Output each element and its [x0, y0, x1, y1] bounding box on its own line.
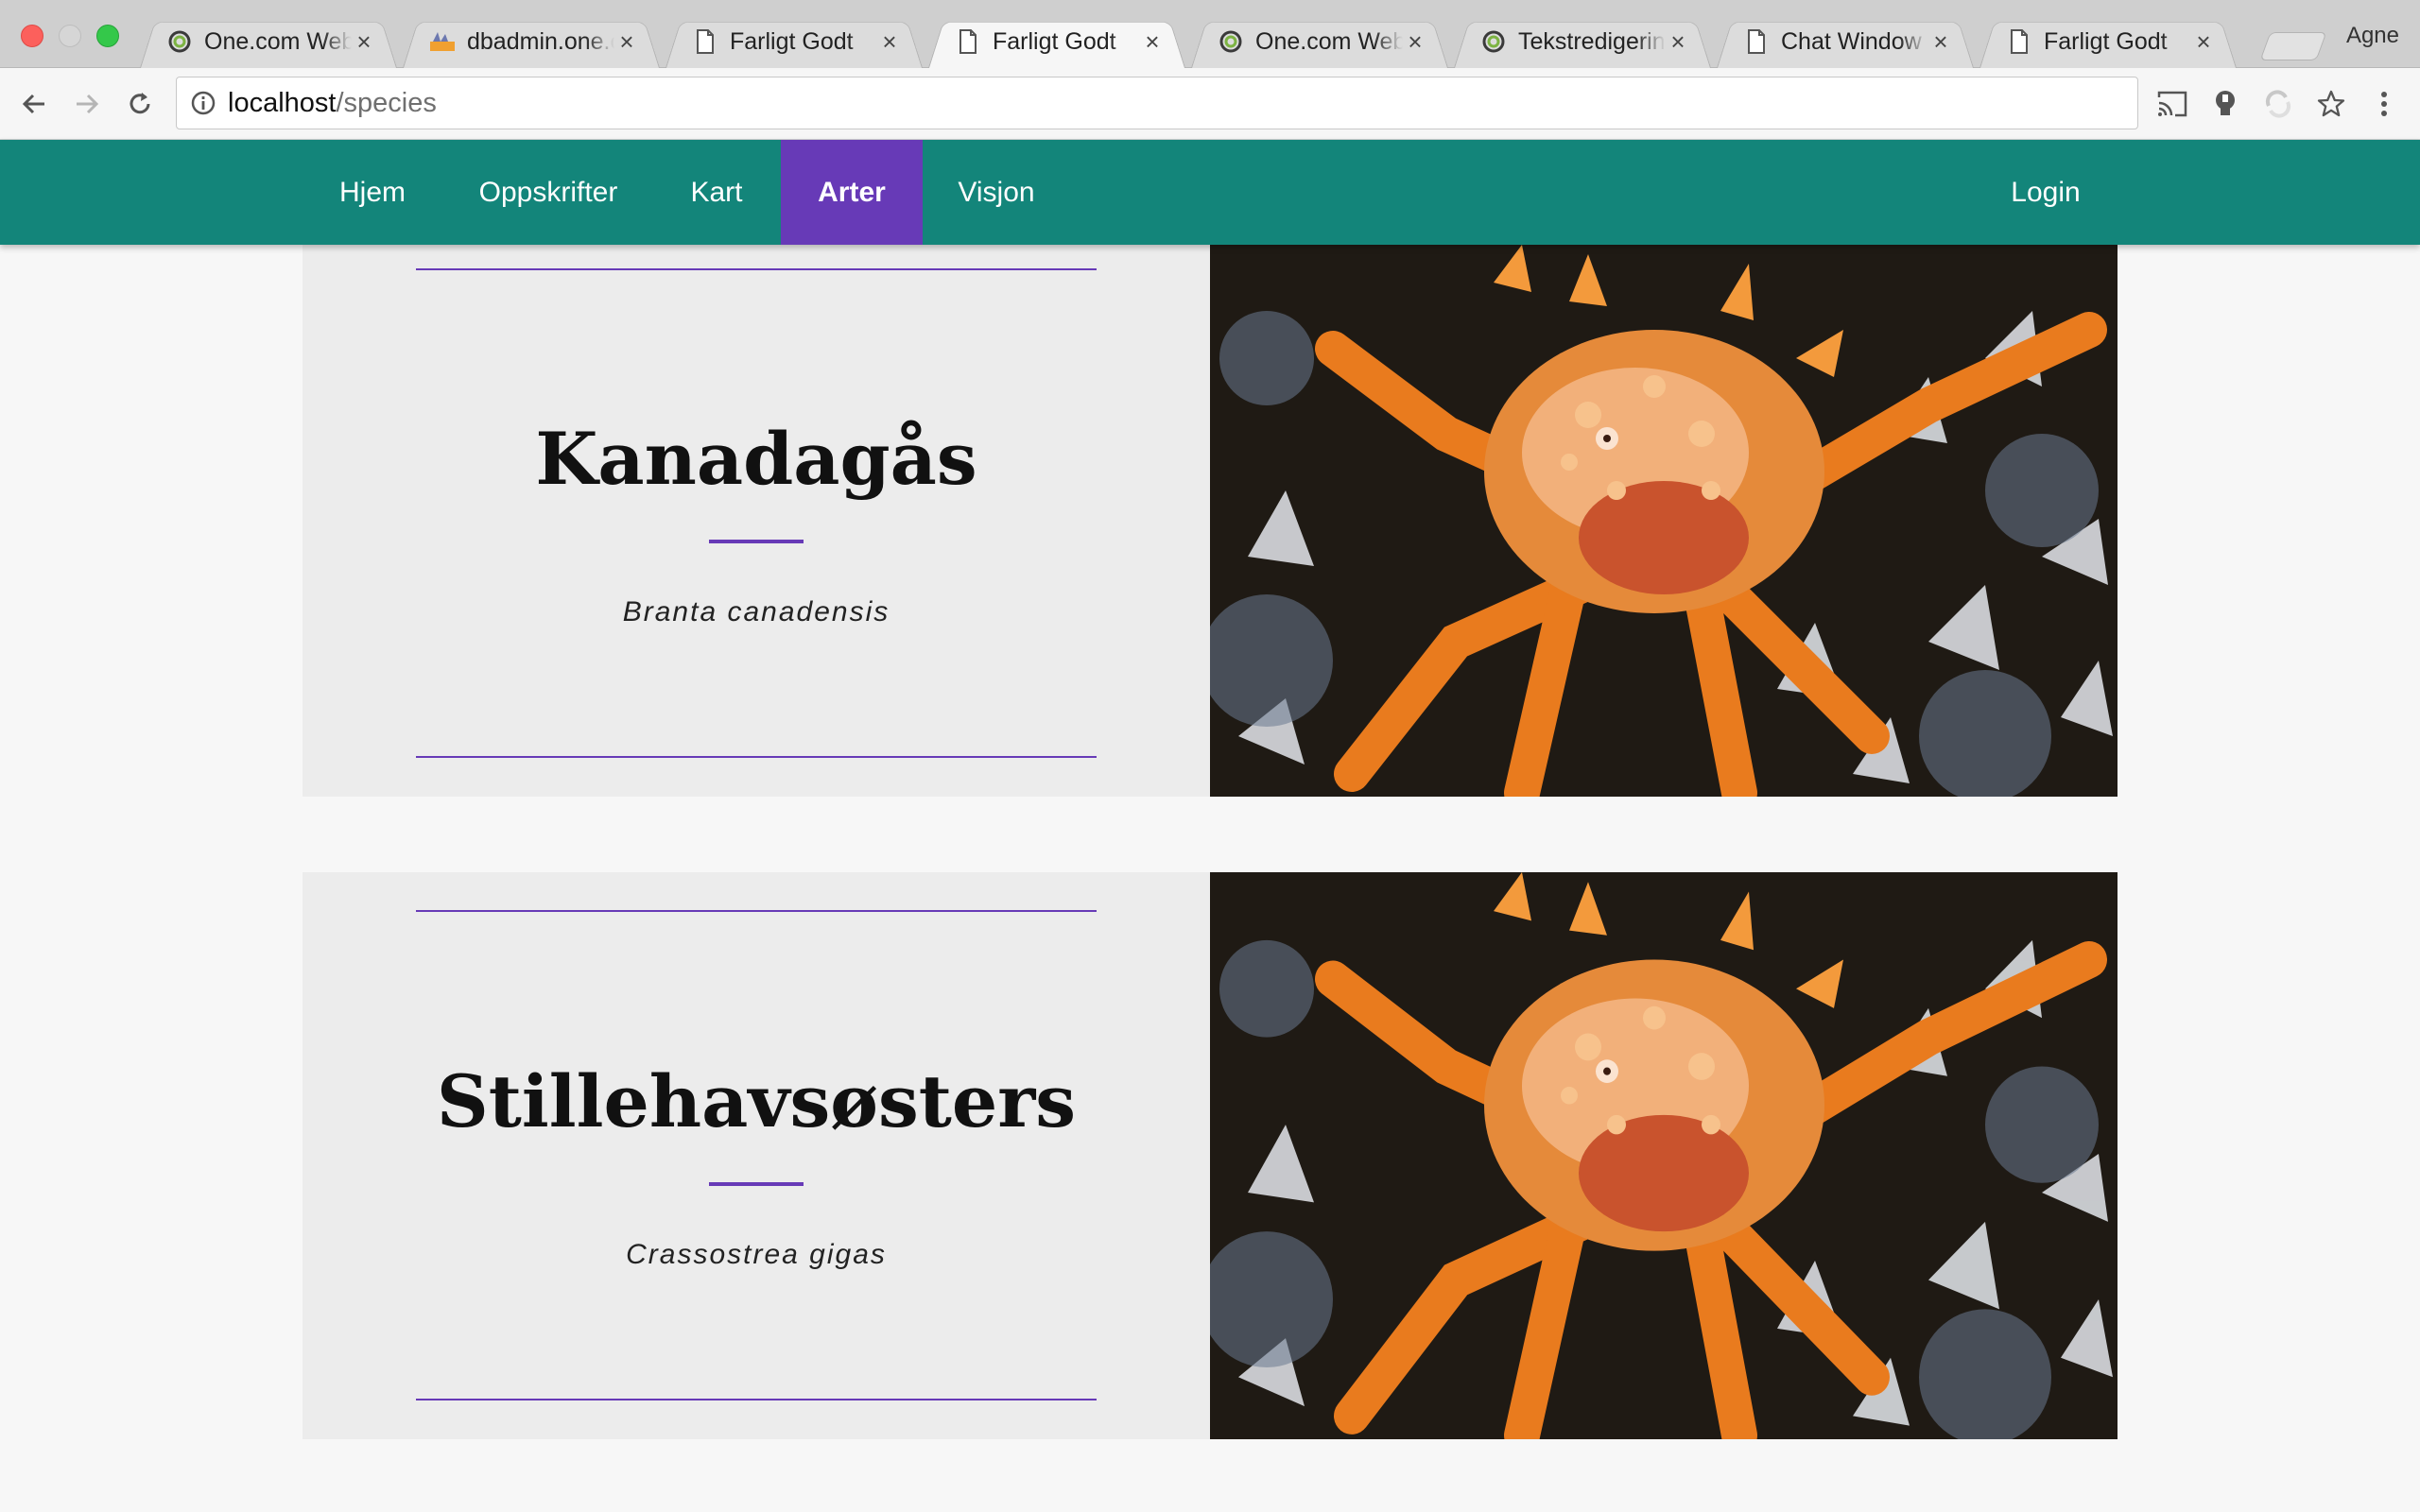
onecom-icon	[1218, 28, 1244, 55]
nav-link-visjon[interactable]: Visjon	[940, 140, 1053, 245]
nav-link-oppskrifter[interactable]: Oppskrifter	[461, 140, 635, 245]
url-host: localhost	[228, 87, 337, 118]
info-icon[interactable]	[190, 90, 216, 116]
species-card-text: Stillehavsøsters Crassostrea gigas	[302, 872, 1210, 1439]
url-path: /species	[336, 87, 437, 118]
menu-kebab-icon[interactable]	[2363, 83, 2405, 125]
lightbulb-icon[interactable]	[2204, 83, 2246, 125]
species-latin-name: Branta canadensis	[622, 596, 890, 627]
nav-link-kart[interactable]: Kart	[669, 140, 764, 245]
divider	[416, 756, 1097, 758]
browser-tab[interactable]: Farligt Godt ×	[666, 15, 923, 68]
login-link[interactable]: Login	[1993, 140, 2099, 245]
tab-title: Tekstredigering	[1518, 27, 1666, 55]
accent-divider	[709, 1182, 804, 1186]
tab-title: One.com Webhosting	[1255, 27, 1403, 55]
browser-tab[interactable]: dbadmin.one.com ×	[403, 15, 660, 68]
close-icon[interactable]: ×	[352, 27, 376, 57]
tab-title: Farligt Godt	[730, 27, 854, 55]
url-text: localhost/species	[228, 88, 437, 119]
nav-link-arter[interactable]: Arter	[781, 140, 923, 245]
species-card[interactable]: Kanadagås Branta canadensis	[302, 245, 2118, 797]
reload-icon	[130, 93, 150, 114]
maximize-window-button[interactable]	[96, 25, 119, 47]
onecom-icon	[166, 28, 193, 55]
divider	[416, 268, 1097, 270]
species-card-text: Kanadagås Branta canadensis	[302, 245, 1210, 797]
tab-title: Farligt Godt	[2044, 27, 2168, 55]
document-icon	[2006, 28, 2032, 55]
crab-image	[1210, 245, 2118, 797]
document-icon	[955, 28, 981, 55]
tab-title: Chat Window	[1781, 27, 1922, 55]
bookmark-star-icon[interactable]	[2310, 83, 2352, 125]
browser-tab-active[interactable]: Farligt Godt ×	[928, 15, 1185, 68]
species-name: Stillehavsøsters	[436, 1059, 1077, 1143]
browser-tab[interactable]: One.com Webhosting ×	[1191, 15, 1448, 68]
tab-title: Farligt Godt	[993, 27, 1116, 55]
onecom-icon	[1480, 28, 1507, 55]
accent-divider	[709, 540, 804, 543]
sync-extension-icon[interactable]	[2257, 83, 2299, 125]
crab-image	[1210, 872, 2118, 1439]
browser-tab-strip: One.com Webhosting × dbadmin.one.com × F…	[0, 0, 2420, 68]
address-bar[interactable]: localhost/species	[176, 77, 2138, 129]
arrow-right-icon	[77, 94, 99, 114]
browser-tab[interactable]: Chat Window ×	[1717, 15, 1974, 68]
divider	[416, 1399, 1097, 1400]
close-icon[interactable]: ×	[1666, 27, 1690, 57]
king-crab-photo	[1210, 245, 2118, 797]
king-crab-photo	[1210, 872, 2118, 1439]
profile-name[interactable]: Agne	[2346, 23, 2399, 49]
cast-icon[interactable]	[2152, 83, 2193, 125]
phpmyadmin-icon	[429, 28, 456, 55]
close-icon[interactable]: ×	[1403, 27, 1427, 57]
browser-toolbar: localhost/species	[0, 68, 2420, 140]
arrow-left-icon	[22, 94, 44, 114]
species-name: Kanadagås	[535, 417, 977, 501]
close-window-button[interactable]	[21, 25, 43, 47]
close-icon[interactable]: ×	[1928, 27, 1953, 57]
divider	[416, 910, 1097, 912]
tab-title: One.com Webhosting	[204, 27, 352, 55]
back-button[interactable]	[13, 83, 55, 125]
close-icon[interactable]: ×	[2191, 27, 2216, 57]
site-navbar: Hjem Oppskrifter Kart Arter Visjon Login	[0, 140, 2420, 245]
close-icon[interactable]: ×	[614, 27, 639, 57]
reload-button[interactable]	[119, 83, 161, 125]
species-card[interactable]: Stillehavsøsters Crassostrea gigas	[302, 872, 2118, 1439]
nav-link-hjem[interactable]: Hjem	[312, 140, 433, 245]
tab-title: dbadmin.one.com	[467, 27, 614, 55]
document-icon	[692, 28, 718, 55]
close-icon[interactable]: ×	[1140, 27, 1165, 57]
forward-button[interactable]	[66, 83, 108, 125]
browser-tab[interactable]: Tekstredigering ×	[1454, 15, 1711, 68]
minimize-window-button[interactable]	[59, 25, 81, 47]
species-latin-name: Crassostrea gigas	[626, 1239, 887, 1270]
browser-tab[interactable]: Farligt Godt ×	[1979, 15, 2237, 68]
tab-list: One.com Webhosting × dbadmin.one.com × F…	[140, 15, 2242, 68]
close-icon[interactable]: ×	[877, 27, 902, 57]
document-icon	[1743, 28, 1770, 55]
new-tab-button[interactable]	[2259, 32, 2327, 60]
browser-tab[interactable]: One.com Webhosting ×	[140, 15, 397, 68]
